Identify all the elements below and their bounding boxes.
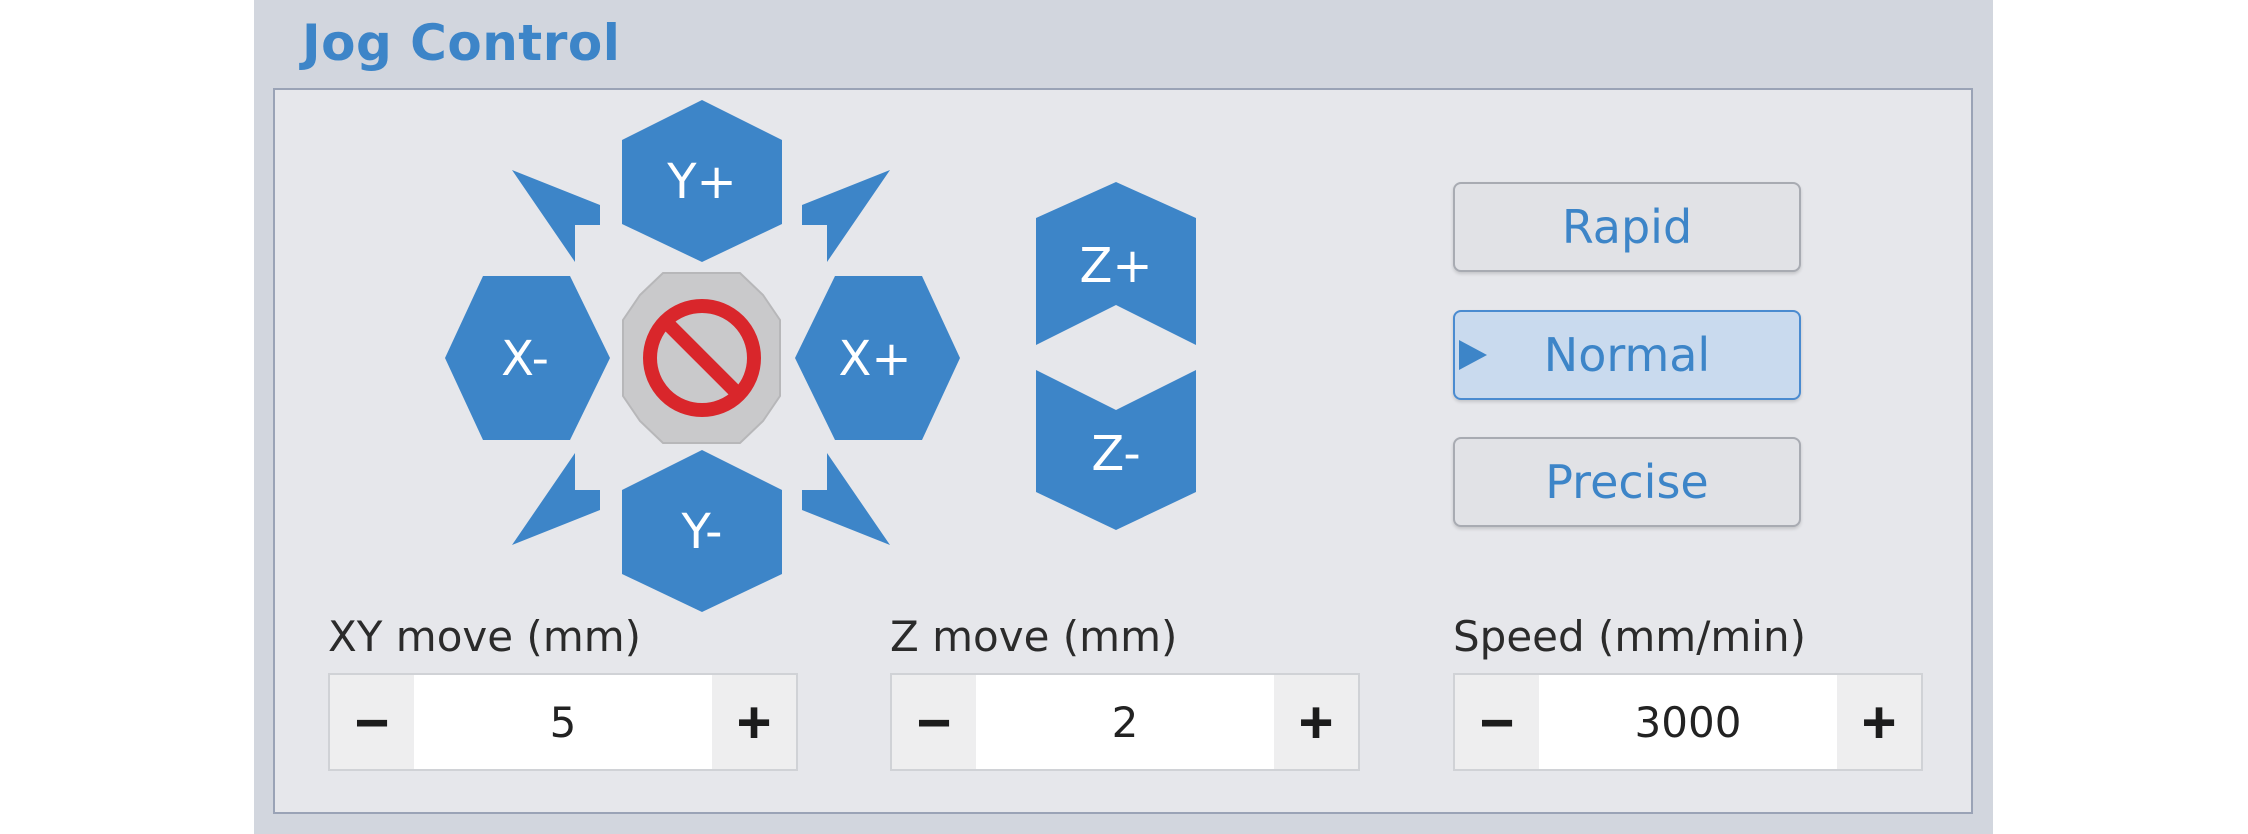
x-minus-label: X- bbox=[501, 331, 549, 387]
x-minus-button[interactable]: X- bbox=[445, 276, 610, 440]
z-minus-button[interactable]: Z- bbox=[1036, 370, 1196, 530]
speed-increment-button[interactable]: + bbox=[1837, 675, 1921, 769]
mode-rapid-button[interactable]: Rapid bbox=[1453, 182, 1801, 272]
diagonal-down-left-button[interactable] bbox=[512, 453, 600, 545]
mode-precise-label: Precise bbox=[1545, 455, 1709, 509]
mode-precise-button[interactable]: Precise bbox=[1453, 437, 1801, 527]
speed-value[interactable]: 3000 bbox=[1539, 675, 1837, 769]
y-minus-button[interactable]: Y- bbox=[622, 450, 782, 612]
xy-move-label: XY move (mm) bbox=[328, 612, 642, 661]
x-plus-button[interactable]: X+ bbox=[795, 276, 960, 440]
z-move-stepper: − 2 + bbox=[890, 673, 1360, 771]
y-minus-label: Y- bbox=[681, 504, 723, 560]
mode-normal-button[interactable]: Normal bbox=[1453, 310, 1801, 400]
z-plus-label: Z+ bbox=[1079, 238, 1152, 294]
diagonal-down-right-button[interactable] bbox=[802, 453, 890, 545]
speed-decrement-button[interactable]: − bbox=[1455, 675, 1539, 769]
x-plus-label: X+ bbox=[838, 331, 911, 387]
y-plus-label: Y+ bbox=[666, 154, 737, 210]
speed-label: Speed (mm/min) bbox=[1453, 612, 1806, 661]
diagonal-up-right-button[interactable] bbox=[802, 170, 890, 262]
stop-button[interactable] bbox=[622, 272, 781, 444]
xy-decrement-button[interactable]: − bbox=[330, 675, 414, 769]
y-plus-button[interactable]: Y+ bbox=[622, 100, 782, 262]
mode-normal-label: Normal bbox=[1543, 328, 1711, 382]
xy-move-stepper: − 5 + bbox=[328, 673, 798, 771]
mode-rapid-label: Rapid bbox=[1561, 200, 1693, 254]
selected-arrow-icon bbox=[1459, 340, 1487, 370]
z-increment-button[interactable]: + bbox=[1274, 675, 1358, 769]
z-decrement-button[interactable]: − bbox=[892, 675, 976, 769]
xy-move-value[interactable]: 5 bbox=[414, 675, 712, 769]
z-minus-label: Z- bbox=[1091, 426, 1140, 482]
z-move-value[interactable]: 2 bbox=[976, 675, 1274, 769]
diagonal-up-left-button[interactable] bbox=[512, 170, 600, 262]
z-plus-button[interactable]: Z+ bbox=[1036, 182, 1196, 345]
speed-stepper: − 3000 + bbox=[1453, 673, 1923, 771]
xy-increment-button[interactable]: + bbox=[712, 675, 796, 769]
z-move-label: Z move (mm) bbox=[890, 612, 1178, 661]
